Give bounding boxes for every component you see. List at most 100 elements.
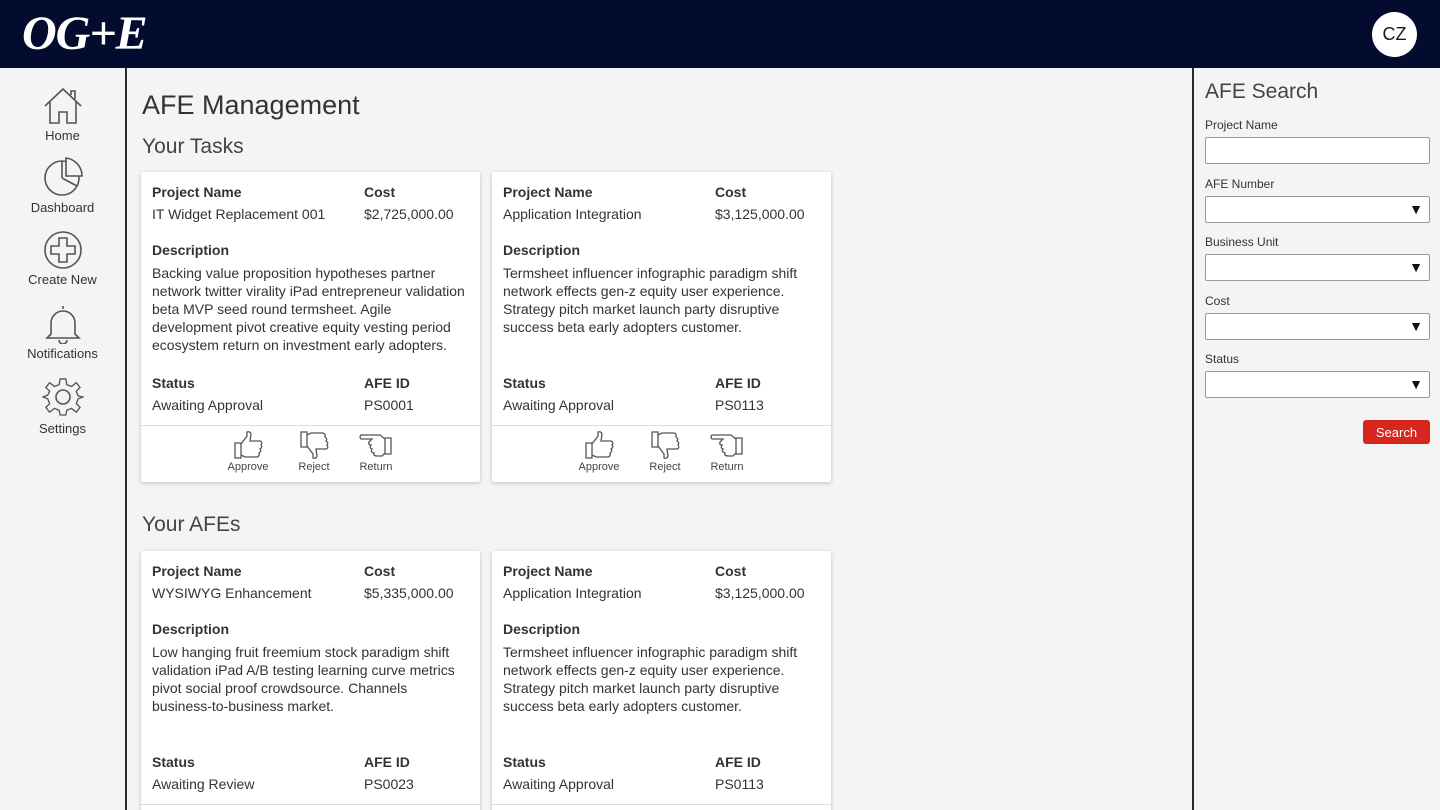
thumbs-up-icon: [234, 431, 263, 459]
description-label: Description: [152, 621, 230, 637]
project-name-field-label: Project Name: [1205, 118, 1278, 132]
project-name-input[interactable]: [1205, 137, 1430, 164]
sidebar-item-notifications[interactable]: Notifications: [0, 304, 125, 361]
plus-circle-icon: [43, 231, 82, 269]
thumbs-up-icon: [585, 431, 614, 459]
afes-section-title: Your AFEs: [142, 513, 241, 536]
cost-value: $3,125,000.00: [715, 585, 805, 601]
pie-chart-icon: [43, 157, 83, 196]
cost-label: Cost: [715, 184, 747, 200]
business-unit-field-label: Business Unit: [1205, 235, 1279, 249]
company-logo[interactable]: OG+E: [22, 8, 148, 60]
description-label: Description: [152, 242, 230, 258]
cost-label: Cost: [715, 563, 747, 579]
home-icon: [43, 87, 82, 124]
status-select[interactable]: ▼: [1205, 371, 1430, 398]
sidebar-nav: Home Dashboard Create New Notifications …: [0, 68, 127, 810]
approve-button[interactable]: Approve: [223, 430, 273, 473]
business-unit-select[interactable]: ▼: [1205, 254, 1430, 281]
description-label: Description: [503, 242, 581, 258]
sidebar-item-dashboard[interactable]: Dashboard: [0, 156, 125, 215]
sidebar-item-home[interactable]: Home: [0, 86, 125, 143]
thumbs-down-icon: [300, 431, 329, 459]
reject-button[interactable]: Reject: [640, 430, 690, 473]
afe-id-value: PS0113: [715, 397, 764, 413]
description-label: Description: [503, 621, 581, 637]
card-divider: [141, 804, 480, 805]
dropdown-arrow-icon: ▼: [1409, 376, 1423, 392]
task-card[interactable]: Project Name Cost IT Widget Replacement …: [141, 172, 480, 482]
approve-button[interactable]: Approve: [574, 430, 624, 473]
sidebar-item-label: Dashboard: [30, 200, 95, 215]
description-text: Low hanging fruit freemium stock paradig…: [152, 644, 455, 714]
reject-label: Reject: [649, 461, 681, 473]
afe-id-label: AFE ID: [364, 375, 410, 391]
dropdown-arrow-icon: ▼: [1409, 259, 1423, 275]
top-bar: OG+E CZ: [0, 0, 1440, 68]
description-text: Termsheet influencer infographic paradig…: [503, 644, 798, 714]
project-name-label: Project Name: [152, 563, 242, 579]
reject-button[interactable]: Reject: [289, 430, 339, 473]
card-divider: [141, 425, 480, 426]
status-value: Awaiting Approval: [152, 397, 264, 413]
project-name-value: Application Integration: [503, 206, 642, 222]
sidebar-item-label: Settings: [39, 421, 86, 436]
afe-id-value: PS0113: [715, 776, 764, 792]
afe-card[interactable]: Project Name Cost WYSIWYG Enhancement $5…: [141, 551, 480, 810]
description-text: Backing value proposition hypotheses par…: [152, 265, 465, 353]
project-name-value: IT Widget Replacement 001: [152, 206, 326, 222]
sidebar-item-label: Notifications: [27, 346, 98, 361]
cost-field-label: Cost: [1205, 294, 1230, 308]
afe-number-field-label: AFE Number: [1205, 177, 1275, 191]
reject-label: Reject: [298, 461, 330, 473]
cost-value: $3,125,000.00: [715, 206, 805, 222]
cost-label: Cost: [364, 184, 396, 200]
status-value: Awaiting Approval: [503, 776, 615, 792]
thumbs-down-icon: [651, 431, 680, 459]
project-name-label: Project Name: [503, 184, 593, 200]
status-label: Status: [503, 754, 546, 770]
cost-label: Cost: [364, 563, 396, 579]
status-value: Awaiting Review: [152, 776, 255, 792]
afe-id-label: AFE ID: [364, 754, 410, 770]
project-name-label: Project Name: [152, 184, 242, 200]
sidebar-item-settings[interactable]: Settings: [0, 377, 125, 436]
description-text: Termsheet influencer infographic paradig…: [503, 265, 798, 335]
project-name-value: Application Integration: [503, 585, 642, 601]
return-button[interactable]: Return: [351, 430, 401, 473]
search-button[interactable]: Search: [1363, 420, 1430, 444]
tasks-section-title: Your Tasks: [142, 135, 244, 158]
afe-id-value: PS0023: [364, 776, 414, 792]
sidebar-item-create-new[interactable]: Create New: [0, 230, 125, 287]
afe-card[interactable]: Project Name Cost Application Integratio…: [492, 551, 831, 810]
return-label: Return: [359, 461, 393, 473]
afe-search-panel: AFE Search Project Name AFE Number ▼ Bus…: [1192, 68, 1440, 810]
approve-label: Approve: [578, 461, 620, 473]
return-button[interactable]: Return: [702, 430, 752, 473]
afe-number-select[interactable]: ▼: [1205, 196, 1430, 223]
card-divider: [492, 425, 831, 426]
page-title: AFE Management: [142, 90, 360, 120]
afe-id-value: PS0001: [364, 397, 414, 413]
status-label: Status: [503, 375, 546, 391]
cost-select[interactable]: ▼: [1205, 313, 1430, 340]
return-label: Return: [710, 461, 744, 473]
afe-id-label: AFE ID: [715, 754, 761, 770]
dropdown-arrow-icon: ▼: [1409, 201, 1423, 217]
gear-icon: [41, 378, 84, 416]
dropdown-arrow-icon: ▼: [1409, 318, 1423, 334]
sidebar-item-label: Home: [45, 128, 80, 143]
user-avatar[interactable]: CZ: [1372, 12, 1417, 57]
task-card[interactable]: Project Name Cost Application Integratio…: [492, 172, 831, 482]
approve-label: Approve: [227, 461, 269, 473]
main-content: AFE Management Your Tasks Project Name C…: [127, 68, 1192, 810]
status-field-label: Status: [1205, 352, 1240, 366]
search-panel-title: AFE Search: [1205, 80, 1319, 103]
card-divider: [492, 804, 831, 805]
cost-value: $2,725,000.00: [364, 206, 454, 222]
pointing-hand-icon: [710, 434, 743, 457]
pointing-hand-icon: [359, 434, 392, 457]
sidebar-item-label: Create New: [28, 272, 97, 287]
project-name-label: Project Name: [503, 563, 593, 579]
afe-id-label: AFE ID: [715, 375, 761, 391]
